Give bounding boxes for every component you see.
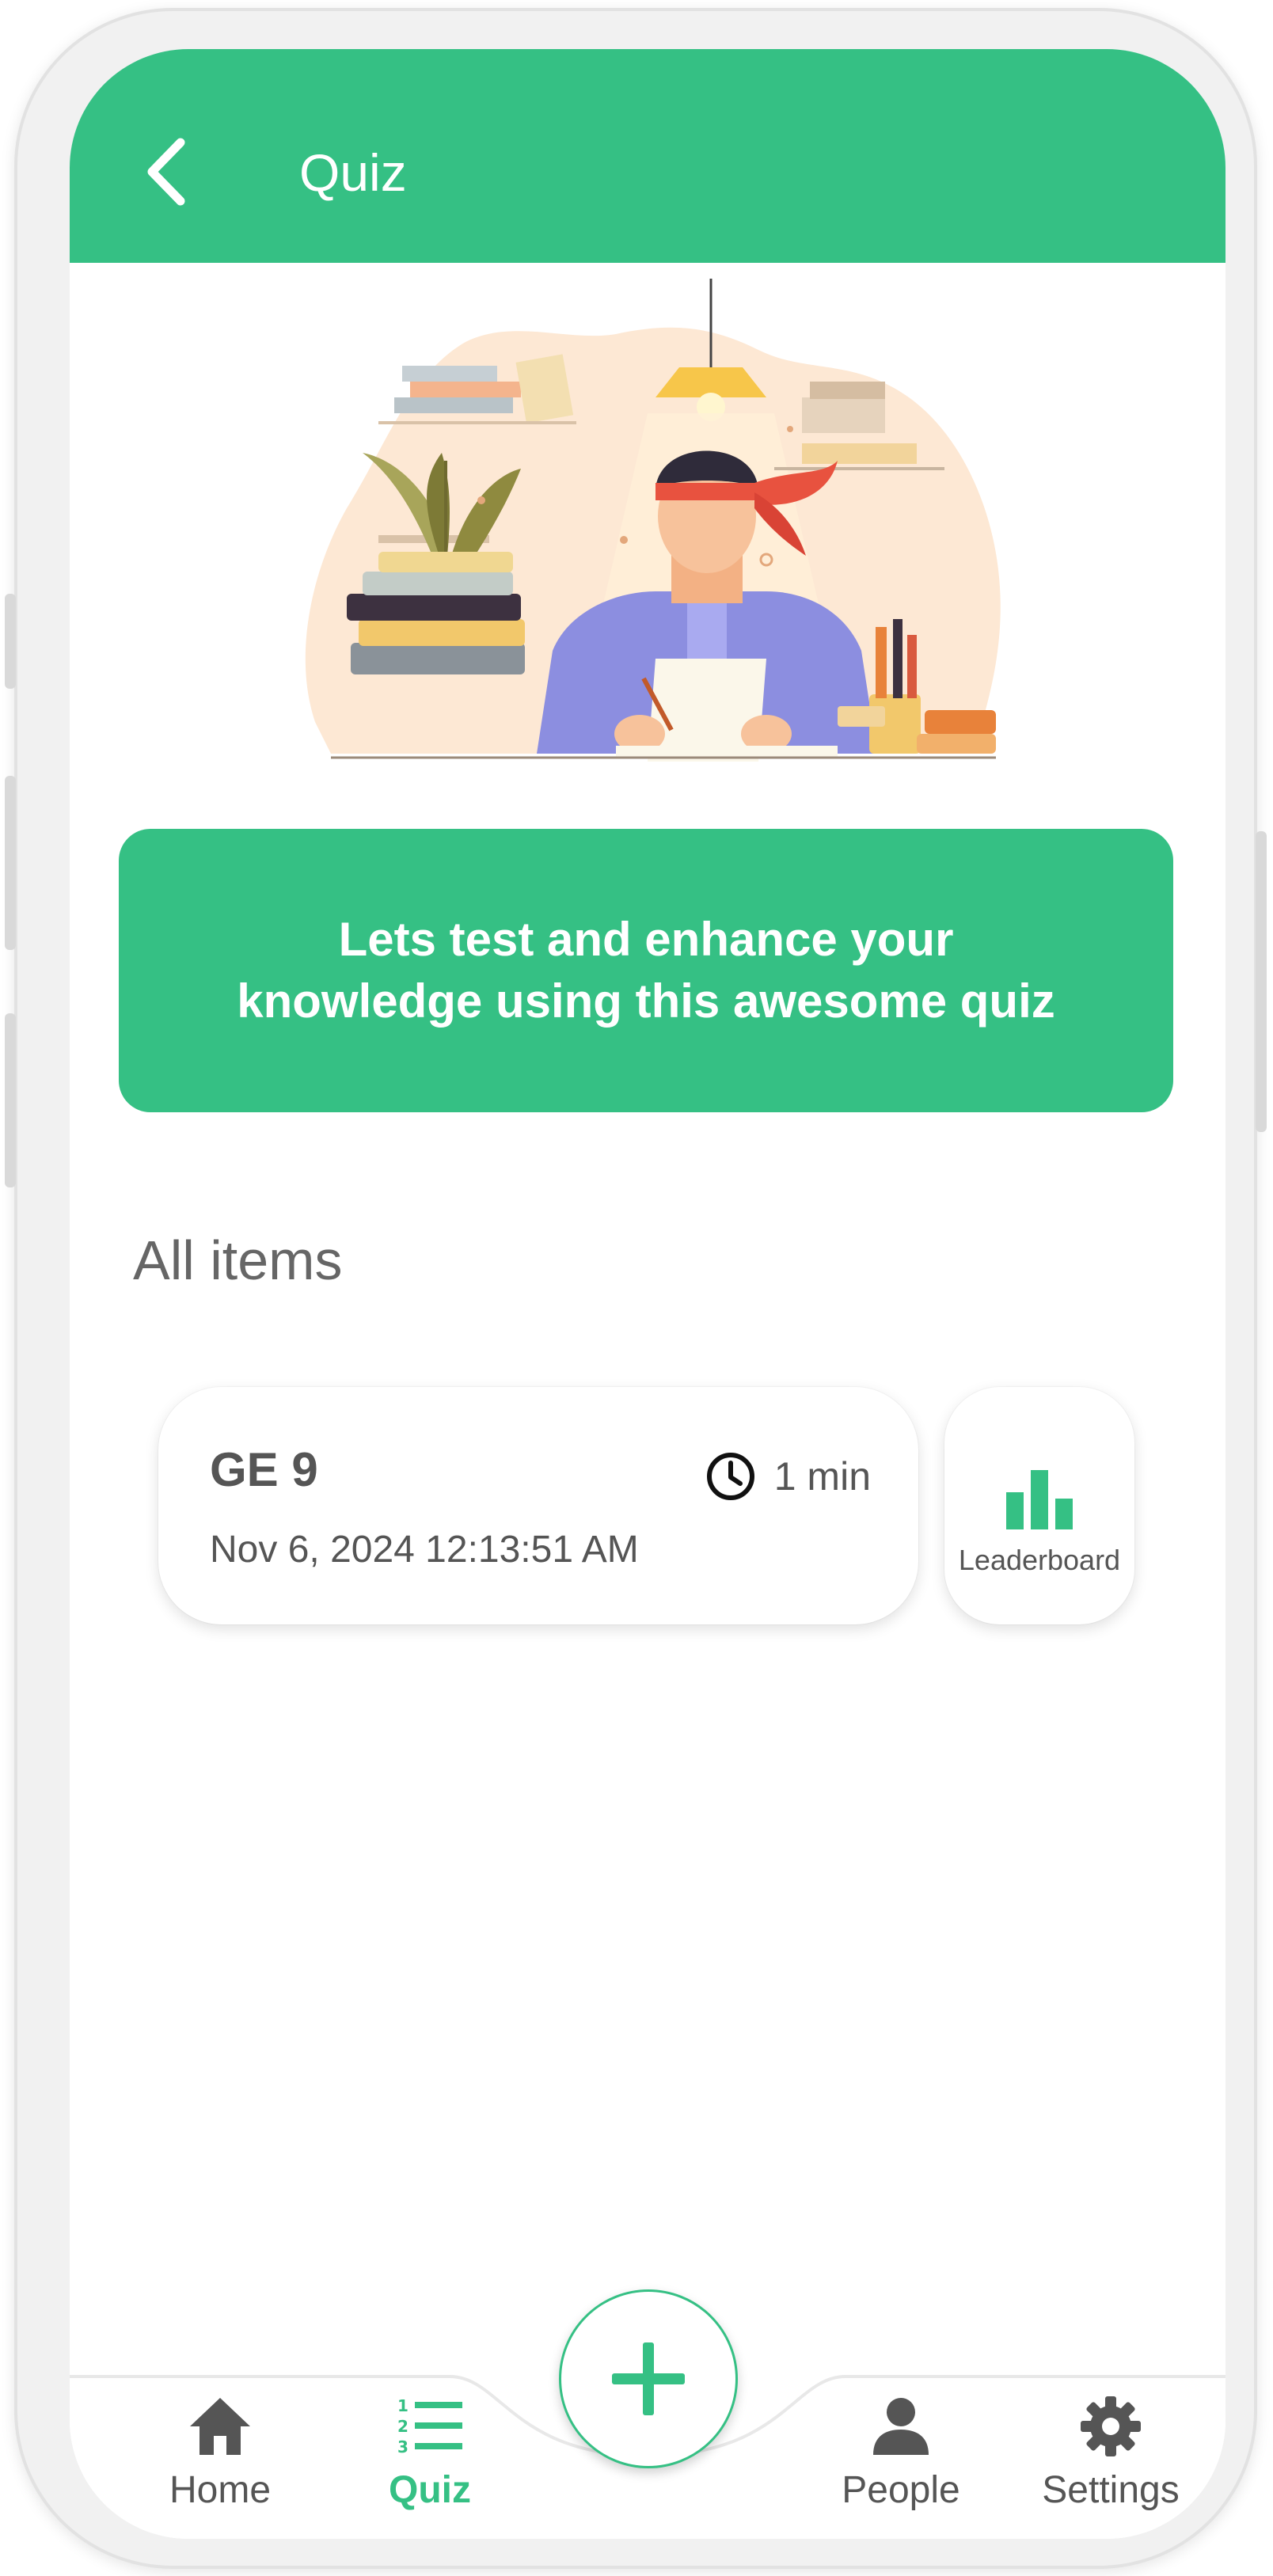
quiz-name: GE 9 xyxy=(210,1443,318,1496)
page-title: Quiz xyxy=(299,143,407,202)
gear-icon xyxy=(1081,2396,1141,2456)
app-screen: Quiz Lets test and enhance your knowledg… xyxy=(70,49,1226,2539)
intro-banner: Lets test and enhance your knowledge usi… xyxy=(119,829,1173,1112)
side-button xyxy=(5,594,16,689)
app-header: Quiz xyxy=(70,49,1226,263)
section-title: All items xyxy=(133,1229,343,1291)
student-studying-illustration xyxy=(305,279,1001,762)
quiz-card[interactable]: GE 9 Nov 6, 2024 12:13:51 AM 1 min xyxy=(158,1387,918,1624)
side-button xyxy=(5,1013,16,1187)
nav-item-home[interactable]: Home xyxy=(117,2377,323,2539)
home-icon xyxy=(190,2398,250,2455)
nav-item-people[interactable]: People xyxy=(798,2377,1004,2539)
nav-item-quiz[interactable]: 1 2 3 Quiz xyxy=(327,2377,533,2539)
leaderboard-label: Leaderboard xyxy=(958,1544,1121,1576)
svg-text:2: 2 xyxy=(397,2417,408,2436)
nav-label-settings: Settings xyxy=(1042,2469,1180,2511)
back-button[interactable] xyxy=(141,136,196,207)
plus-icon xyxy=(612,2342,685,2415)
nav-label-quiz: Quiz xyxy=(389,2469,471,2511)
side-button xyxy=(1256,831,1267,1132)
clock-icon xyxy=(706,1453,754,1500)
person-icon xyxy=(873,2398,929,2455)
quiz-date: Nov 6, 2024 12:13:51 AM xyxy=(210,1529,639,1571)
bar-chart-icon xyxy=(1006,1470,1073,1529)
nav-label-people: People xyxy=(842,2469,960,2511)
quiz-duration-text: 1 min xyxy=(773,1454,871,1499)
quiz-duration: 1 min xyxy=(705,1450,871,1503)
svg-text:3: 3 xyxy=(397,2437,408,2456)
add-quiz-button[interactable] xyxy=(559,2289,738,2468)
banner-text-line-2: knowledge using this awesome quiz xyxy=(237,975,1055,1028)
svg-text:1: 1 xyxy=(397,2397,408,2415)
nav-item-settings[interactable]: Settings xyxy=(1008,2377,1214,2539)
banner-text-line-1: Lets test and enhance your xyxy=(338,913,954,966)
phone-frame: Quiz Lets test and enhance your knowledg… xyxy=(5,8,1267,2569)
chevron-left-icon xyxy=(147,138,185,206)
nav-label-home: Home xyxy=(169,2469,272,2511)
side-button xyxy=(5,776,16,950)
list-numbered-icon: 1 2 3 xyxy=(397,2397,462,2456)
leaderboard-button[interactable]: Leaderboard xyxy=(944,1387,1134,1624)
